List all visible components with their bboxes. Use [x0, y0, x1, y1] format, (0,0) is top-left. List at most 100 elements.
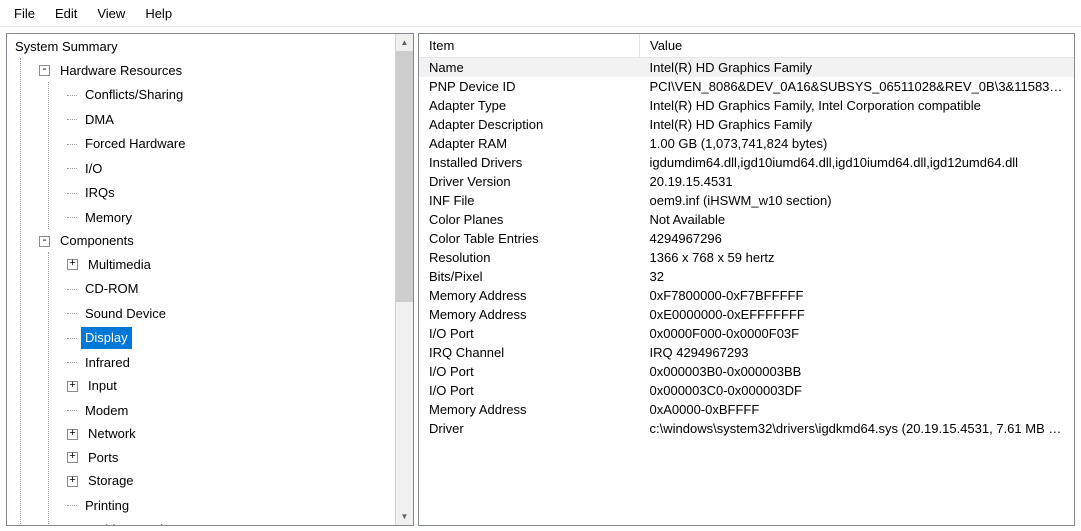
scroll-down-icon[interactable]: ▼ — [396, 508, 413, 525]
details-pane: Item Value NameIntel(R) HD Graphics Fami… — [418, 33, 1075, 526]
tree-item-hardware-resources[interactable]: - Hardware Resources — [39, 60, 189, 82]
table-row[interactable]: NameIntel(R) HD Graphics Family — [419, 58, 1074, 78]
tree-item[interactable]: IRQs — [67, 182, 122, 204]
tree-item-network[interactable]: + Network — [67, 423, 143, 445]
expand-icon[interactable]: + — [67, 429, 78, 440]
table-row[interactable]: PNP Device IDPCI\VEN_8086&DEV_0A16&SUBSY… — [419, 77, 1074, 96]
property-item: I/O Port — [419, 362, 640, 381]
scroll-thumb[interactable] — [396, 51, 413, 302]
tree-item-components[interactable]: - Components — [39, 230, 141, 252]
table-row[interactable]: Memory Address0xE0000000-0xEFFFFFFF — [419, 305, 1074, 324]
tree-item-infrared[interactable]: Infrared — [67, 352, 137, 374]
property-item: Installed Drivers — [419, 153, 640, 172]
tree-label: Storage — [84, 470, 138, 492]
tree-item-problem-devices[interactable]: Problem Devices — [67, 519, 190, 525]
property-value: igdumdim64.dll,igd10iumd64.dll,igd10iumd… — [640, 153, 1075, 172]
expand-icon[interactable]: + — [67, 259, 78, 270]
expand-icon[interactable]: + — [67, 476, 78, 487]
property-value: c:\windows\system32\drivers\igdkmd64.sys… — [640, 419, 1075, 438]
tree-label: Problem Devices — [81, 519, 187, 525]
tree-label-selected: Display — [81, 327, 132, 349]
menu-view[interactable]: View — [89, 4, 133, 23]
property-item: Driver Version — [419, 172, 640, 191]
property-value: 0x000003C0-0x000003DF — [640, 381, 1075, 400]
table-row[interactable]: Driver Version20.19.15.4531 — [419, 172, 1074, 191]
tree-item-ports[interactable]: + Ports — [67, 447, 125, 469]
table-row[interactable]: Memory Address0xF7800000-0xF7BFFFFF — [419, 286, 1074, 305]
tree-label: I/O — [81, 158, 106, 180]
tree-label: Ports — [84, 447, 122, 469]
tree-item[interactable]: Memory — [67, 207, 139, 229]
tree-item-display[interactable]: Display — [67, 327, 135, 349]
table-row[interactable]: Color PlanesNot Available — [419, 210, 1074, 229]
table-row[interactable]: Adapter TypeIntel(R) HD Graphics Family,… — [419, 96, 1074, 115]
property-value: 1.00 GB (1,073,741,824 bytes) — [640, 134, 1075, 153]
property-item: INF File — [419, 191, 640, 210]
table-row[interactable]: Adapter RAM1.00 GB (1,073,741,824 bytes) — [419, 134, 1074, 153]
tree-item-modem[interactable]: Modem — [67, 400, 135, 422]
table-row[interactable]: Adapter DescriptionIntel(R) HD Graphics … — [419, 115, 1074, 134]
menu-edit[interactable]: Edit — [47, 4, 85, 23]
tree-label: Conflicts/Sharing — [81, 84, 187, 106]
table-row[interactable]: I/O Port0x000003B0-0x000003BB — [419, 362, 1074, 381]
tree-item-multimedia[interactable]: + Multimedia — [67, 254, 158, 276]
property-item: I/O Port — [419, 324, 640, 343]
table-row[interactable]: Memory Address0xA0000-0xBFFFF — [419, 400, 1074, 419]
table-row[interactable]: I/O Port0x0000F000-0x0000F03F — [419, 324, 1074, 343]
column-header-item[interactable]: Item — [419, 34, 640, 58]
property-value: 0xA0000-0xBFFFF — [640, 400, 1075, 419]
tree-item-sound-device[interactable]: Sound Device — [67, 303, 173, 325]
tree-label: Printing — [81, 495, 133, 517]
tree-pane: System Summary - Hardware Resources Conf… — [6, 33, 414, 526]
property-item: Color Planes — [419, 210, 640, 229]
expand-icon[interactable]: + — [67, 452, 78, 463]
tree-label: Network — [84, 423, 140, 445]
property-value: Intel(R) HD Graphics Family, Intel Corpo… — [640, 96, 1075, 115]
table-row[interactable]: Color Table Entries4294967296 — [419, 229, 1074, 248]
tree-item[interactable]: Forced Hardware — [67, 133, 192, 155]
table-row[interactable]: INF Fileoem9.inf (iHSWM_w10 section) — [419, 191, 1074, 210]
property-value: 20.19.15.4531 — [640, 172, 1075, 191]
main-split: System Summary - Hardware Resources Conf… — [0, 27, 1081, 531]
tree-item[interactable]: DMA — [67, 109, 121, 131]
table-row[interactable]: I/O Port0x000003C0-0x000003DF — [419, 381, 1074, 400]
property-value: 1366 x 768 x 59 hertz — [640, 248, 1075, 267]
property-item: PNP Device ID — [419, 77, 640, 96]
property-value: IRQ 4294967293 — [640, 343, 1075, 362]
property-item: Adapter Type — [419, 96, 640, 115]
property-value: Not Available — [640, 210, 1075, 229]
property-value: 0xF7800000-0xF7BFFFFF — [640, 286, 1075, 305]
tree-item[interactable]: Conflicts/Sharing — [67, 84, 190, 106]
property-item: Memory Address — [419, 400, 640, 419]
tree-label: Components — [56, 230, 138, 252]
vertical-scrollbar[interactable]: ▲ ▼ — [395, 34, 413, 525]
property-item: Memory Address — [419, 305, 640, 324]
collapse-icon[interactable]: - — [39, 236, 50, 247]
tree-item-cdrom[interactable]: CD-ROM — [67, 278, 145, 300]
scroll-track[interactable] — [396, 51, 413, 508]
tree-item-printing[interactable]: Printing — [67, 495, 136, 517]
tree-item-storage[interactable]: + Storage — [67, 470, 141, 492]
property-value: PCI\VEN_8086&DEV_0A16&SUBSYS_06511028&RE… — [640, 77, 1075, 96]
collapse-icon[interactable]: - — [39, 65, 50, 76]
property-item: Memory Address — [419, 286, 640, 305]
menu-file[interactable]: File — [6, 4, 43, 23]
tree-item-system-summary[interactable]: System Summary — [11, 36, 125, 58]
column-header-value[interactable]: Value — [640, 34, 1075, 58]
property-value: 0xE0000000-0xEFFFFFFF — [640, 305, 1075, 324]
tree-label: Multimedia — [84, 254, 155, 276]
table-row[interactable]: Bits/Pixel32 — [419, 267, 1074, 286]
tree-view: System Summary - Hardware Resources Conf… — [7, 34, 395, 525]
scroll-up-icon[interactable]: ▲ — [396, 34, 413, 51]
expand-icon[interactable]: + — [67, 381, 78, 392]
menu-help[interactable]: Help — [137, 4, 180, 23]
tree-label: Memory — [81, 207, 136, 229]
table-row[interactable]: IRQ ChannelIRQ 4294967293 — [419, 343, 1074, 362]
table-row[interactable]: Driverc:\windows\system32\drivers\igdkmd… — [419, 419, 1074, 438]
property-item: Name — [419, 58, 640, 78]
tree-item[interactable]: I/O — [67, 158, 109, 180]
property-item: Bits/Pixel — [419, 267, 640, 286]
table-row[interactable]: Installed Driversigdumdim64.dll,igd10ium… — [419, 153, 1074, 172]
table-row[interactable]: Resolution1366 x 768 x 59 hertz — [419, 248, 1074, 267]
tree-item-input[interactable]: +Input — [67, 375, 124, 397]
